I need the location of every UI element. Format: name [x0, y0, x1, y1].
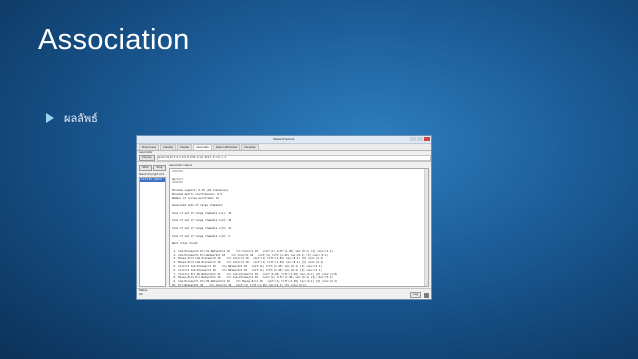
minimize-icon[interactable]	[410, 137, 416, 141]
bullet-arrow-icon	[46, 113, 54, 123]
associator-command-field[interactable]: Apriori -N 10 -T 0 -C 0.9 -D 0.05 -U 1.0…	[156, 155, 431, 161]
close-icon[interactable]	[424, 137, 430, 141]
tab-bar: Preprocess Classify Cluster Associate Se…	[137, 144, 431, 151]
slide-title: Association	[38, 24, 190, 56]
status-bar: Status OK Log	[137, 288, 431, 299]
weka-explorer-window: Weka Explorer Preprocess Classify Cluste…	[136, 135, 432, 300]
output-line: 10. Pri-Network=1 10 ==> Color=1 10 conf…	[172, 283, 307, 287]
window-controls	[410, 137, 430, 141]
output-scrollbar[interactable]	[424, 169, 428, 286]
log-button[interactable]: Log	[410, 292, 421, 298]
maximize-icon[interactable]	[417, 137, 423, 141]
tab-visualize[interactable]: Visualize	[241, 144, 259, 150]
bullet-item: ผลลัพธ์	[46, 109, 98, 127]
associator-chooser: Choose Apriori -N 10 -T 0 -C 0.9 -D 0.05…	[137, 155, 431, 162]
tab-select-attributes[interactable]: Select attributes	[212, 144, 241, 150]
output-lines: ======= Apriori ======= Minimum support: 0.…	[172, 170, 426, 287]
tab-associate[interactable]: Associate	[193, 144, 212, 150]
weka-bird-icon	[424, 293, 429, 298]
result-list-item[interactable]: 15:21:25 - Apriori	[140, 178, 165, 182]
tab-classify[interactable]: Classify	[160, 144, 177, 150]
window-title: Weka Explorer	[273, 137, 295, 141]
main-panel: Start Stop Result list (right-click fo 1…	[137, 163, 431, 289]
tab-cluster[interactable]: Cluster	[177, 144, 193, 150]
associator-output-text[interactable]: ======= Apriori ======= Minimum support: 0.…	[169, 168, 429, 287]
tab-preprocess[interactable]: Preprocess	[139, 144, 160, 150]
window-titlebar[interactable]: Weka Explorer	[137, 136, 431, 144]
bullet-text: ผลลัพธ์	[64, 112, 98, 125]
output-panel: Associator output ======= Apriori ======= M…	[169, 163, 429, 289]
left-panel: Start Stop Result list (right-click fo 1…	[139, 163, 166, 289]
stop-button[interactable]: Stop	[153, 165, 166, 171]
choose-button[interactable]: Choose	[139, 155, 155, 161]
start-button[interactable]: Start	[139, 165, 152, 171]
start-stop-row: Start Stop	[139, 165, 166, 171]
result-list[interactable]: 15:21:25 - Apriori	[139, 177, 166, 287]
status-value: OK	[139, 293, 143, 296]
